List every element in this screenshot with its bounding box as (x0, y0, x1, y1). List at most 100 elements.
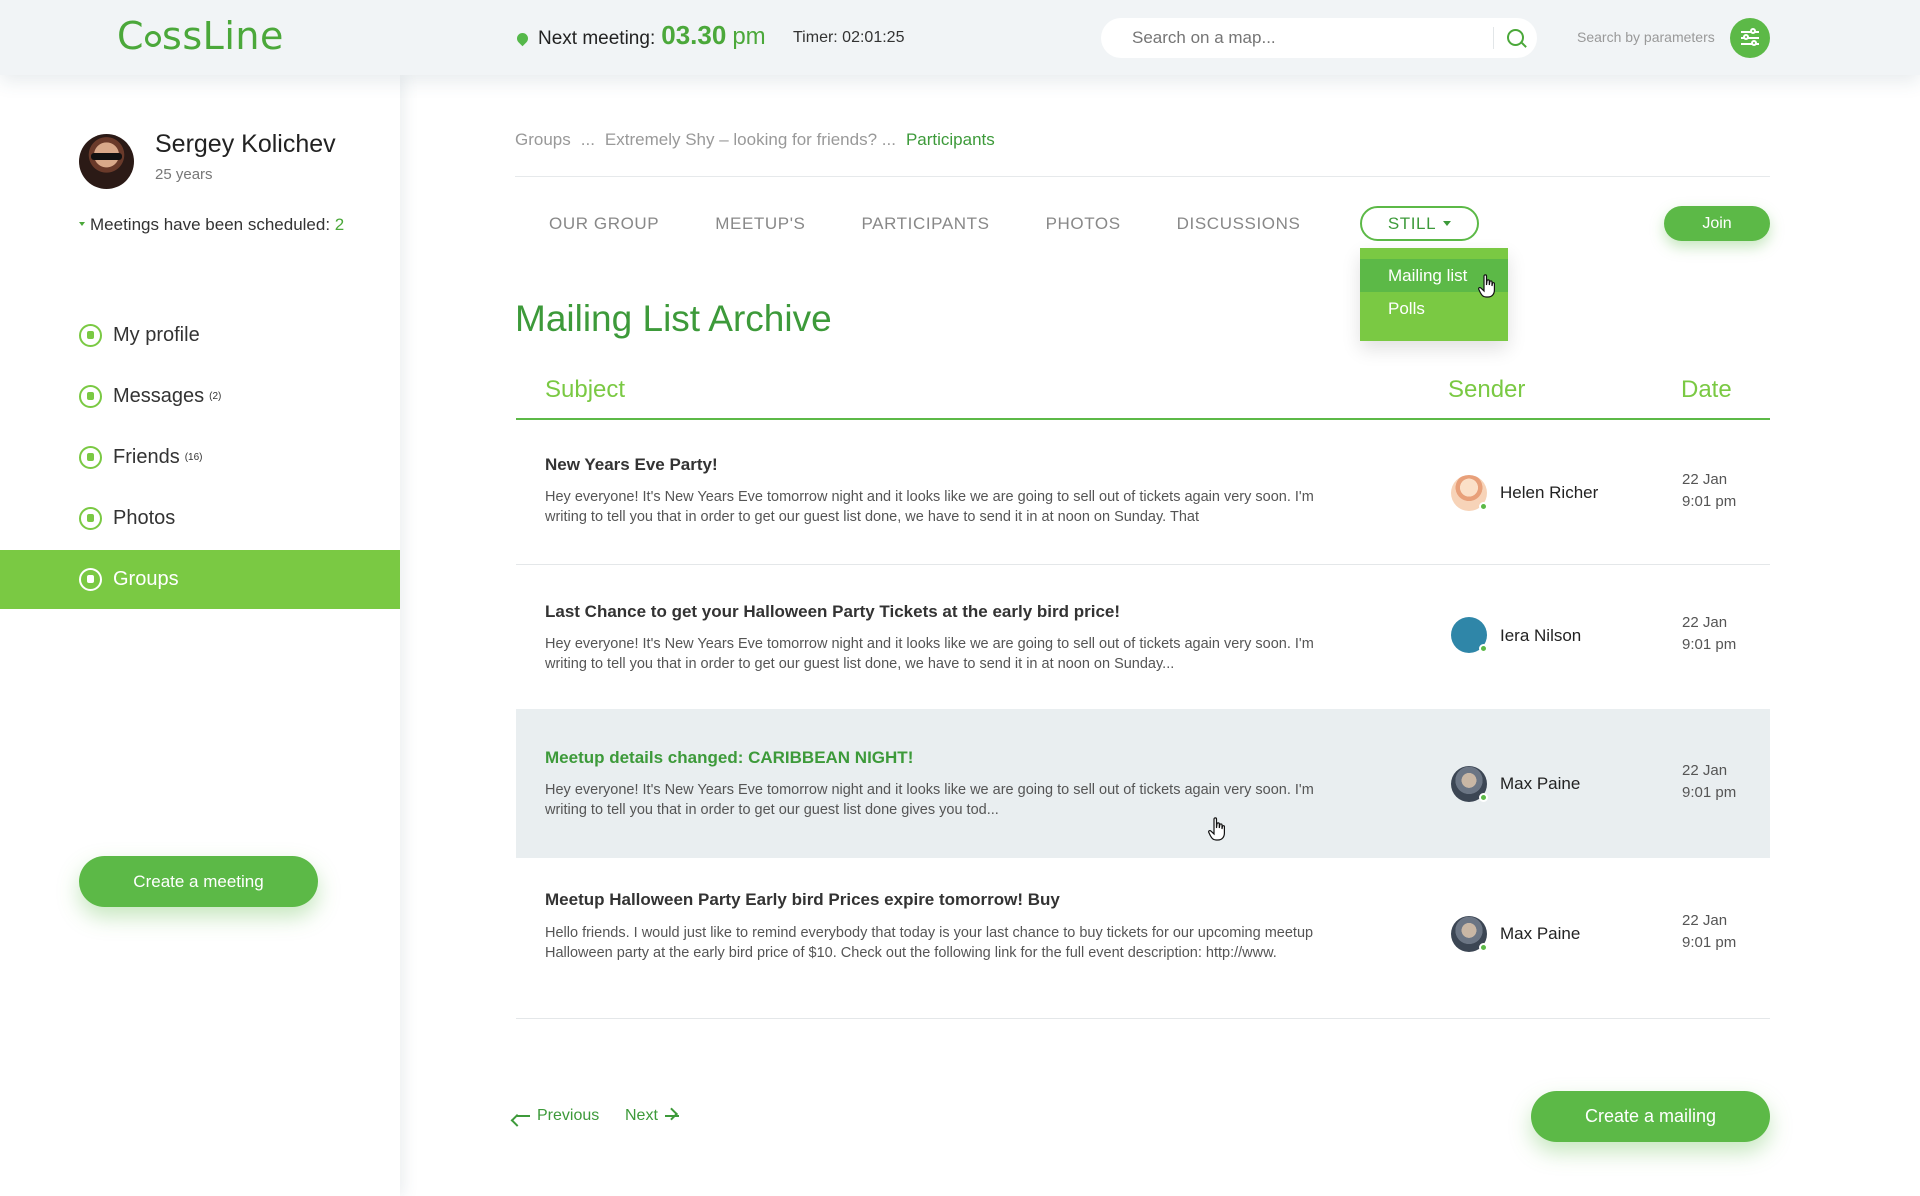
message-date-day: 22 Jan (1682, 471, 1728, 488)
slider-line-icon (1741, 40, 1759, 46)
message-date: 22 Jan 9:01 pm (1682, 612, 1736, 656)
mailing-row[interactable]: Meetup Halloween Party Early bird Prices… (516, 858, 1770, 1019)
tab-still-dropdown[interactable]: STILL (1360, 206, 1479, 241)
groups-icon (79, 568, 102, 591)
hand-cursor-icon (1208, 817, 1225, 841)
column-header-subject[interactable]: Subject (545, 376, 625, 404)
online-status-dot (1479, 793, 1488, 802)
column-header-sender[interactable]: Sender (1448, 376, 1525, 404)
tab-participants[interactable]: PARTICIPANTS (861, 214, 989, 234)
sender-avatar[interactable] (1451, 475, 1488, 511)
online-status-dot (1479, 502, 1488, 511)
camera-icon (79, 507, 102, 530)
message-subject[interactable]: New Years Eve Party! (545, 455, 718, 475)
top-header: CssLine Next meeting: 03.30 pm Timer: 02… (0, 0, 1920, 75)
breadcrumb-ellipsis: ... (580, 130, 595, 149)
bullet-triangle-icon (79, 222, 85, 226)
map-search-box (1101, 18, 1537, 58)
message-date-time: 9:01 pm (1682, 934, 1737, 951)
user-name[interactable]: Sergey Kolichev (155, 130, 336, 159)
message-date-day: 22 Jan (1682, 912, 1728, 929)
mailing-row[interactable]: Meetup details changed: CARIBBEAN NIGHT!… (516, 709, 1770, 858)
create-mailing-button[interactable]: Create a mailing (1531, 1091, 1770, 1142)
sender-name[interactable]: Helen Richer (1500, 483, 1598, 503)
user-age: 25 years (155, 166, 213, 183)
mailing-row[interactable]: Last Chance to get your Halloween Party … (516, 565, 1770, 710)
slider-line-icon (1741, 28, 1759, 34)
next-meeting-ampm: pm (732, 23, 766, 50)
message-date-day: 22 Jan (1682, 614, 1728, 631)
caret-down-icon (1443, 221, 1452, 226)
breadcrumb-item-group[interactable]: Extremely Shy – looking for friends? ... (605, 130, 896, 150)
sidebar-item-messages[interactable]: Messages (2) (0, 366, 400, 427)
meeting-timer: Timer: 02:01:25 (793, 29, 905, 46)
message-preview: Hey everyone! It's New Years Eve tomorro… (545, 636, 1314, 672)
pagination-next[interactable]: Next (625, 1107, 679, 1125)
friends-count-badge: (16) (184, 452, 203, 463)
tab-discussions[interactable]: DISCUSSIONS (1177, 214, 1301, 234)
pagination-previous[interactable]: Previous (516, 1107, 599, 1125)
sidebar-item-label: Groups (113, 568, 179, 590)
message-preview: Hey everyone! It's New Years Eve tomorro… (545, 489, 1314, 525)
next-meeting-info: Next meeting: 03.30 pm (514, 20, 766, 51)
sidebar-nav: My profile Messages (2) Friends (16) Pho… (0, 305, 400, 609)
next-meeting-label: Next meeting: (538, 28, 656, 49)
message-date: 22 Jan 9:01 pm (1682, 760, 1736, 804)
messages-count-badge: (2) (209, 391, 222, 402)
search-by-parameters-label[interactable]: Search by parameters (1577, 29, 1715, 45)
sender-name[interactable]: Max Paine (1500, 924, 1580, 944)
sidebar-item-groups[interactable]: Groups (0, 550, 400, 609)
sidebar-item-label: My profile (113, 324, 200, 346)
message-preview: Hey everyone! It's New Years Eve tomorro… (545, 782, 1314, 818)
next-meeting-time: 03.30 (661, 20, 727, 50)
logo-pin-icon (145, 31, 162, 47)
map-search-input[interactable] (1101, 18, 1491, 58)
filter-settings-button[interactable] (1730, 18, 1770, 58)
slider-line-icon (1741, 34, 1759, 40)
message-date-time: 9:01 pm (1682, 636, 1737, 653)
sidebar-item-photos[interactable]: Photos (0, 488, 400, 549)
message-subject[interactable]: Meetup Halloween Party Early bird Prices… (545, 890, 1060, 910)
create-meeting-button[interactable]: Create a meeting (79, 856, 318, 907)
app-logo[interactable]: CssLine (117, 14, 284, 58)
sidebar-item-label: Friends (113, 446, 180, 468)
meetings-scheduled: Meetings have been scheduled: 2 (79, 215, 344, 235)
message-subject[interactable]: Meetup details changed: CARIBBEAN NIGHT! (545, 748, 913, 768)
sidebar-item-label: Photos (113, 507, 176, 529)
message-date-time: 9:01 pm (1682, 493, 1737, 510)
sidebar-item-my-profile[interactable]: My profile (0, 305, 400, 366)
user-avatar[interactable] (79, 134, 134, 189)
sender-name[interactable]: Max Paine (1500, 774, 1580, 794)
mailing-row[interactable]: New Years Eve Party! Hey everyone! It's … (516, 420, 1770, 565)
message-subject[interactable]: Last Chance to get your Halloween Party … (545, 602, 1120, 622)
message-preview: Hello friends. I would just like to remi… (545, 925, 1314, 961)
sidebar-item-friends[interactable]: Friends (16) (0, 427, 400, 488)
tab-photos[interactable]: PHOTOS (1046, 214, 1121, 234)
sender-avatar[interactable] (1451, 916, 1488, 952)
sender-avatar[interactable] (1451, 617, 1488, 653)
message-date-day: 22 Jan (1682, 762, 1728, 779)
sender-name[interactable]: Iera Nilson (1500, 626, 1581, 646)
meetings-scheduled-count[interactable]: 2 (335, 215, 344, 234)
location-pin-icon (514, 30, 531, 47)
next-label: Next (625, 1107, 658, 1124)
tab-still-label: STILL (1387, 213, 1437, 233)
arrow-left-icon (516, 1115, 530, 1117)
online-status-dot (1479, 943, 1488, 952)
hand-cursor-icon (1478, 274, 1495, 298)
breadcrumb: Groups ... Extremely Shy – looking for f… (515, 130, 995, 150)
group-tabs: OUR GROUP MEETUP'S PARTICIPANTS PHOTOS D… (549, 214, 1356, 234)
column-header-date[interactable]: Date (1681, 376, 1732, 404)
tab-our-group[interactable]: OUR GROUP (549, 214, 659, 234)
breadcrumb-item-groups[interactable]: Groups (515, 130, 571, 150)
search-icon[interactable] (1507, 29, 1524, 46)
sidebar-item-label: Messages (113, 385, 205, 407)
breadcrumb-item-current: Participants (905, 130, 995, 149)
message-date: 22 Jan 9:01 pm (1682, 910, 1736, 954)
divider (515, 176, 1770, 177)
online-status-dot (1479, 644, 1488, 653)
meetings-scheduled-label: Meetings have been scheduled: (90, 215, 331, 234)
sender-avatar[interactable] (1451, 766, 1488, 802)
join-group-button[interactable]: Join (1664, 206, 1770, 241)
tab-meetups[interactable]: MEETUP'S (715, 214, 805, 234)
